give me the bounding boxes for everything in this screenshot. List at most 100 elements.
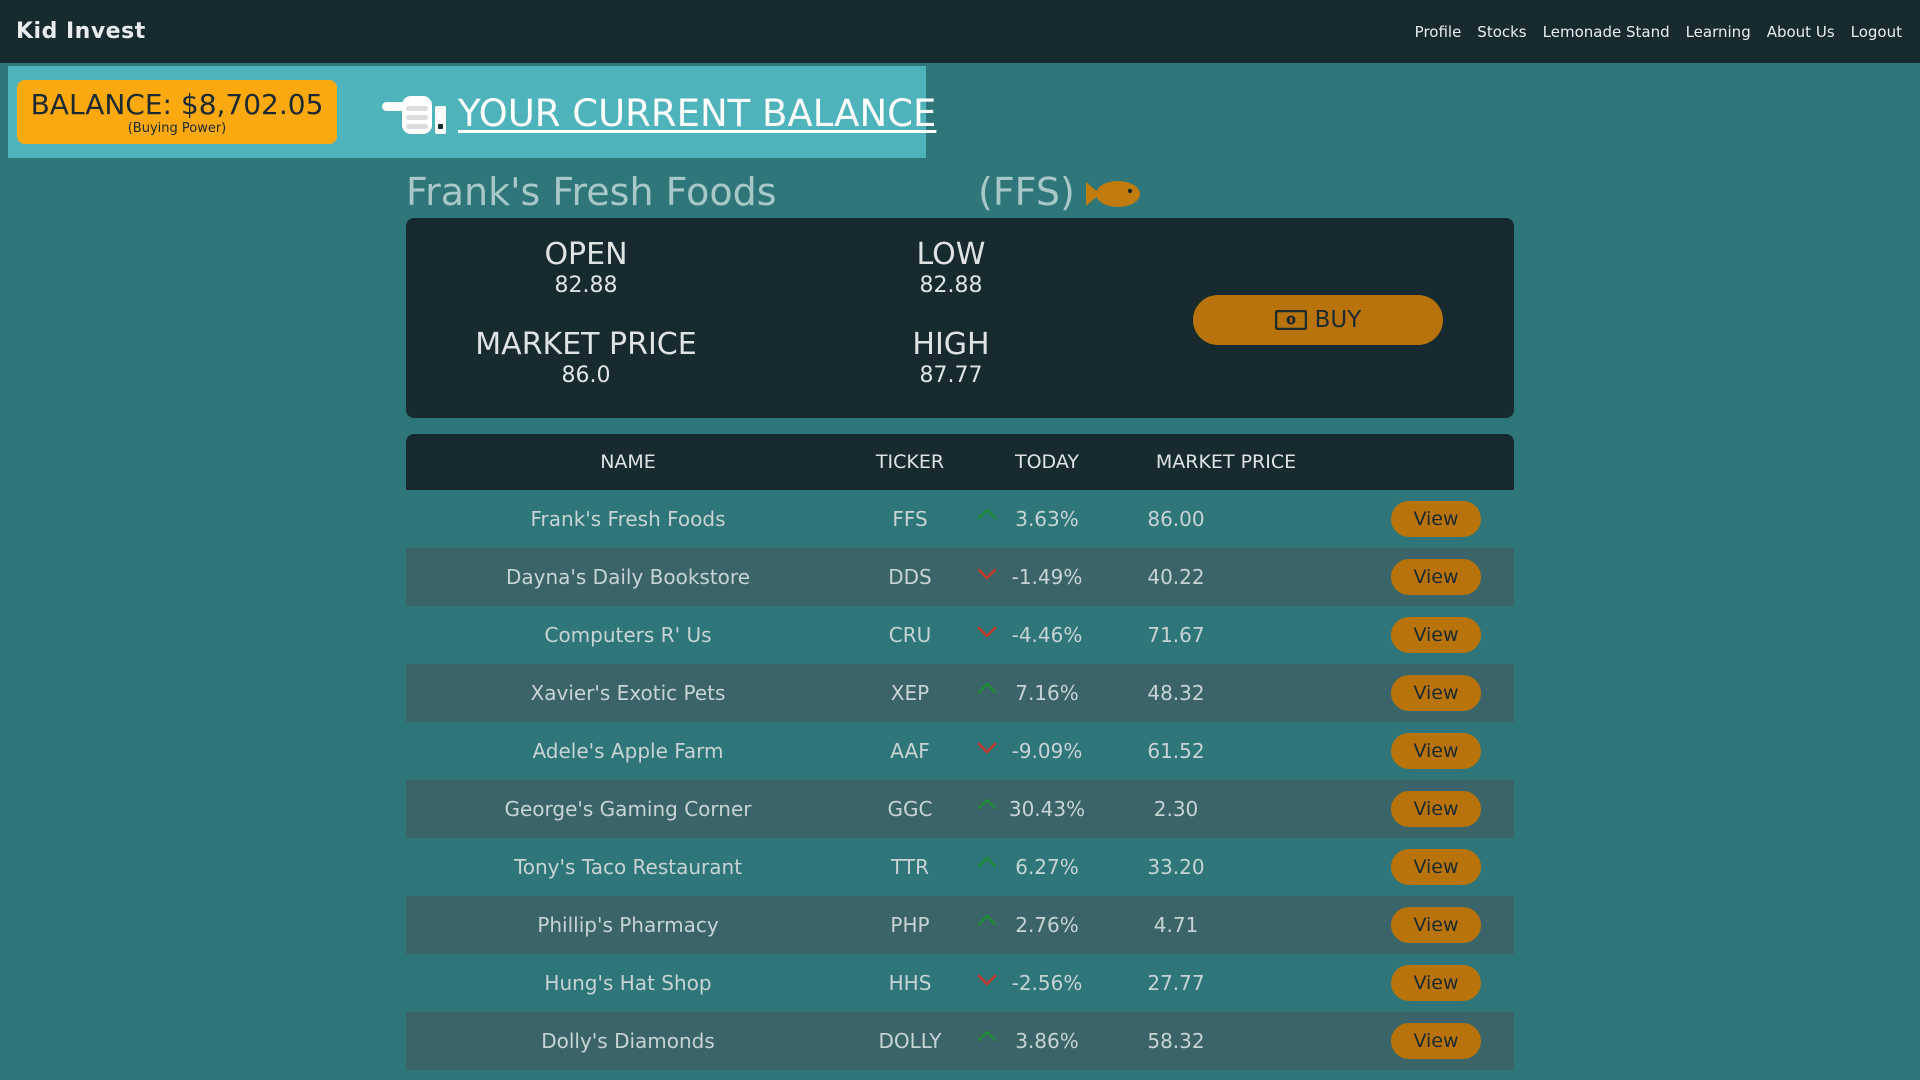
low-value: 82.88 xyxy=(919,273,983,298)
high-value: 87.77 xyxy=(919,363,983,388)
ticker-cell: DDS xyxy=(888,565,932,589)
market-price-stat: MARKET PRICE 86.0 xyxy=(456,328,716,390)
arrow-up-icon xyxy=(977,856,997,868)
top-navbar: Kid Invest Profile Stocks Lemonade Stand… xyxy=(0,0,1920,63)
table-row: Adele's Apple Farm AAF -9.09% 61.52 View xyxy=(406,722,1514,780)
balance-box: BALANCE: $8,702.05 (Buying Power) xyxy=(17,80,337,144)
today-change-cell: -1.49% xyxy=(1011,565,1083,589)
market-price-cell: 58.32 xyxy=(1147,1029,1205,1053)
header-today: TODAY xyxy=(1015,451,1079,473)
ticker-cell: FFS xyxy=(892,507,928,531)
table-row: Dolly's Diamonds DOLLY 3.86% 58.32 View xyxy=(406,1012,1514,1070)
view-button[interactable]: View xyxy=(1391,965,1481,1001)
nav-profile[interactable]: Profile xyxy=(1415,23,1462,41)
arrow-up-icon xyxy=(977,682,997,694)
view-button[interactable]: View xyxy=(1391,559,1481,595)
ticker-cell: XEP xyxy=(890,681,930,705)
view-button[interactable]: View xyxy=(1391,617,1481,653)
stock-name-cell: Frank's Fresh Foods xyxy=(530,507,726,531)
market-price-cell: 33.20 xyxy=(1147,855,1205,879)
view-button[interactable]: View xyxy=(1391,733,1481,769)
app-logo[interactable]: Kid Invest xyxy=(16,19,146,44)
table-header: NAME TICKER TODAY MARKET PRICE xyxy=(406,434,1514,490)
stock-title: Frank's Fresh Foods xyxy=(406,170,777,214)
nav-learning[interactable]: Learning xyxy=(1686,23,1751,41)
arrow-down-icon xyxy=(977,742,997,754)
arrow-up-icon xyxy=(977,508,997,520)
arrow-up-icon xyxy=(977,914,997,926)
view-button[interactable]: View xyxy=(1391,849,1481,885)
market-price-cell: 40.22 xyxy=(1147,565,1205,589)
ticker-cell: CRU xyxy=(888,623,932,647)
buy-label: BUY xyxy=(1314,307,1362,333)
table-row: Phillip's Pharmacy PHP 2.76% 4.71 View xyxy=(406,896,1514,954)
stock-name-cell: Xavier's Exotic Pets xyxy=(530,681,726,705)
ticker-cell: TTR xyxy=(891,855,929,879)
high-label: HIGH xyxy=(912,327,990,362)
current-balance-link[interactable]: YOUR CURRENT BALANCE xyxy=(458,92,936,135)
market-price-cell: 61.52 xyxy=(1147,739,1205,763)
header-market-price: MARKET PRICE xyxy=(1155,451,1297,473)
open-label: OPEN xyxy=(544,237,628,272)
balance-subtitle: (Buying Power) xyxy=(127,120,227,136)
today-change-cell: 7.16% xyxy=(1015,681,1079,705)
stock-name-cell: Hung's Hat Shop xyxy=(544,971,712,995)
stock-name-cell: Dolly's Diamonds xyxy=(541,1029,715,1053)
market-price-value: 86.0 xyxy=(561,363,611,388)
arrow-up-icon xyxy=(977,798,997,810)
open-stat: OPEN 82.88 xyxy=(456,238,716,300)
market-price-cell: 48.32 xyxy=(1147,681,1205,705)
table-row: Dayna's Daily Bookstore DDS -1.49% 40.22 Vie… xyxy=(406,548,1514,606)
table-row: George's Gaming Corner GGC 30.43% 2.30 View xyxy=(406,780,1514,838)
today-change-cell: 2.76% xyxy=(1015,913,1079,937)
market-price-cell: 4.71 xyxy=(1153,913,1199,937)
view-button[interactable]: View xyxy=(1391,1023,1481,1059)
stock-name-cell: Adele's Apple Farm xyxy=(532,739,724,763)
arrow-down-icon xyxy=(977,568,997,580)
market-price-cell: 71.67 xyxy=(1147,623,1205,647)
high-stat: HIGH 87.77 xyxy=(821,328,1081,390)
table-body: Frank's Fresh Foods FFS 3.63% 86.00 View Dayn… xyxy=(406,490,1514,1070)
table-row: Computers R' Us CRU -4.46% 71.67 View xyxy=(406,606,1514,664)
ticker-cell: AAF xyxy=(890,739,930,763)
fish-icon xyxy=(1086,181,1140,207)
ticker-cell: HHS xyxy=(888,971,932,995)
stock-name-cell: Computers R' Us xyxy=(544,623,712,647)
today-change-cell: -9.09% xyxy=(1011,739,1083,763)
stock-name-cell: Tony's Taco Restaurant xyxy=(513,855,743,879)
stock-name-cell: Phillip's Pharmacy xyxy=(537,913,719,937)
today-change-cell: 6.27% xyxy=(1015,855,1079,879)
stock-name-cell: George's Gaming Corner xyxy=(504,797,752,821)
table-row: Hung's Hat Shop HHS -2.56% 27.77 View xyxy=(406,954,1514,1012)
arrow-up-icon xyxy=(977,1030,997,1042)
market-price-cell: 86.00 xyxy=(1147,507,1205,531)
buy-button[interactable]: BUY xyxy=(1193,295,1443,345)
today-change-cell: 3.86% xyxy=(1015,1029,1079,1053)
header-ticker: TICKER xyxy=(875,451,945,473)
today-change-cell: 3.63% xyxy=(1015,507,1079,531)
low-stat: LOW 82.88 xyxy=(821,238,1081,300)
view-button[interactable]: View xyxy=(1391,907,1481,943)
nav-lemonade-stand[interactable]: Lemonade Stand xyxy=(1543,23,1670,41)
nav-stocks[interactable]: Stocks xyxy=(1477,23,1526,41)
stock-ticker: (FFS) xyxy=(978,170,1075,214)
stock-name-cell: Dayna's Daily Bookstore xyxy=(505,565,751,589)
arrow-down-icon xyxy=(977,626,997,638)
nav-logout[interactable]: Logout xyxy=(1851,23,1902,41)
today-change-cell: -4.46% xyxy=(1011,623,1083,647)
view-button[interactable]: View xyxy=(1391,675,1481,711)
ticker-cell: PHP xyxy=(890,913,930,937)
market-price-cell: 27.77 xyxy=(1147,971,1205,995)
view-button[interactable]: View xyxy=(1391,791,1481,827)
arrow-down-icon xyxy=(977,974,997,986)
header-name: NAME xyxy=(600,451,656,473)
market-price-label: MARKET PRICE xyxy=(475,327,697,362)
table-row: Frank's Fresh Foods FFS 3.63% 86.00 View xyxy=(406,490,1514,548)
balance-amount: BALANCE: $8,702.05 xyxy=(30,87,324,121)
ticker-cell: GGC xyxy=(887,797,933,821)
table-row: Xavier's Exotic Pets XEP 7.16% 48.32 View xyxy=(406,664,1514,722)
nav-about-us[interactable]: About Us xyxy=(1767,23,1835,41)
money-bill-icon xyxy=(1274,310,1307,330)
nav-links: Profile Stocks Lemonade Stand Learning A… xyxy=(1415,23,1902,41)
view-button[interactable]: View xyxy=(1391,501,1481,537)
